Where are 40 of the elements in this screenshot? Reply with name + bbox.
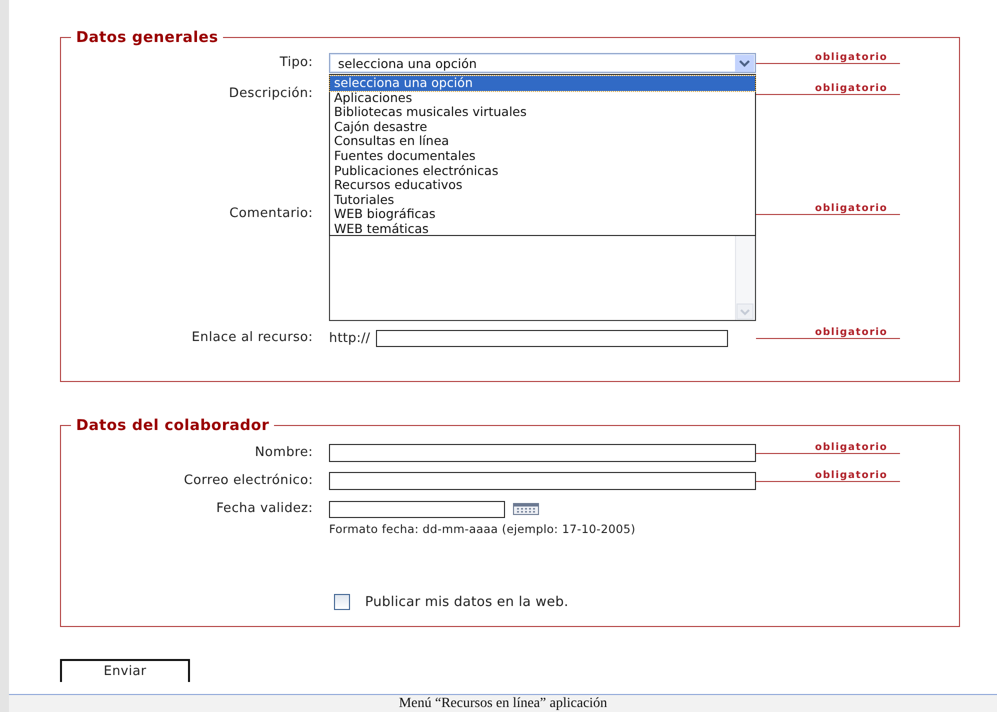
scroll-down-icon	[736, 303, 754, 320]
dropdown-option[interactable]: WEB biográficas	[330, 207, 755, 222]
required-label: obligatorio	[756, 84, 900, 95]
field-label: Nombre:	[254, 444, 314, 462]
required-label: obligatorio	[756, 204, 900, 215]
field-label: Correo electrónico:	[184, 472, 314, 490]
required-label: obligatorio	[756, 53, 900, 64]
dropdown-option[interactable]: Aplicaciones	[330, 90, 755, 106]
field-label: Descripción:	[228, 85, 314, 103]
checkbox[interactable]	[334, 594, 350, 610]
dropdown-option[interactable]: WEB temáticas	[330, 222, 755, 237]
caption-text: Menú “Recursos en línea” aplicación	[398, 695, 608, 712]
required-label: obligatorio	[756, 443, 900, 454]
section-title: Datos generales	[75, 28, 220, 46]
required-label: obligatorio	[756, 471, 900, 482]
dropdown-option[interactable]: Recursos educativos	[330, 178, 755, 193]
checkbox-label: Publicar mis datos en la web.	[365, 594, 568, 610]
dropdown-option[interactable]: Bibliotecas musicales virtuales	[330, 105, 755, 120]
submit-button[interactable]: Enviar	[60, 659, 190, 682]
dropdown-option[interactable]: selecciona una opción	[330, 76, 755, 91]
url-field[interactable]	[376, 330, 728, 346]
field-label: Enlace al recurso:	[192, 329, 314, 347]
date-field[interactable]	[329, 500, 505, 518]
date-format-hint: Formato fecha: dd-mm-aaaa (ejemplo: 17-10-2005)	[329, 522, 636, 538]
field-label: Fecha validez:	[216, 500, 314, 518]
dropdown-option[interactable]: Cajón desastre	[330, 120, 755, 134]
calendar-icon[interactable]	[513, 503, 539, 515]
field-label: Comentario:	[229, 205, 314, 223]
text-field[interactable]	[329, 472, 756, 490]
url-prefix: http://	[329, 330, 370, 346]
dropdown-option[interactable]: Consultas en línea	[330, 134, 755, 149]
section-title: Datos del colaborador	[75, 416, 270, 434]
required-label: obligatorio	[756, 328, 900, 339]
dropdown-option[interactable]: Tutoriales	[330, 192, 755, 208]
chevron-down-icon	[735, 54, 754, 72]
text-field[interactable]	[329, 444, 756, 462]
dropdown-option[interactable]: Publicaciones electrónicas	[330, 164, 755, 178]
dropdown-option[interactable]: Fuentes documentales	[330, 148, 755, 164]
field-label: Tipo:	[280, 54, 314, 72]
type-dropdown[interactable]: selecciona una opción	[329, 53, 756, 73]
